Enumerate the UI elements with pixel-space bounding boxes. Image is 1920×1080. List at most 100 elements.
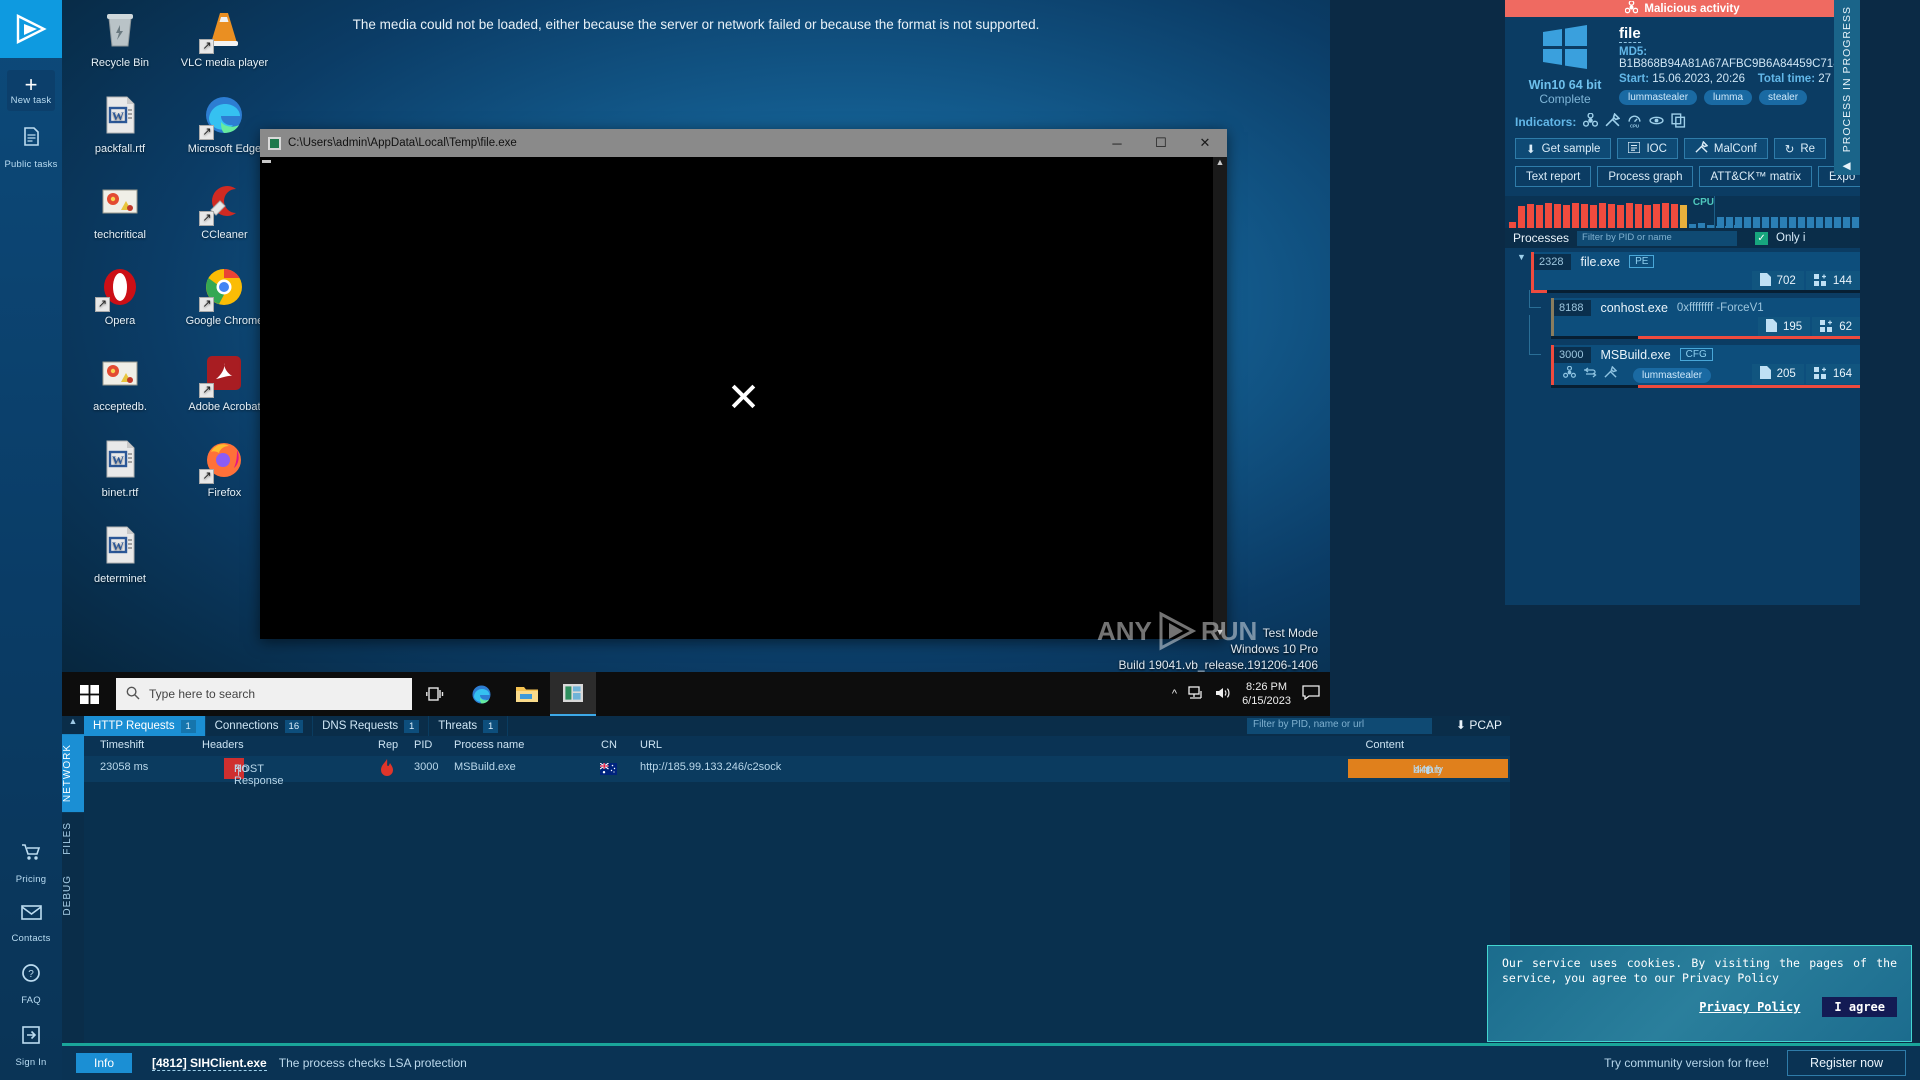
register-now-button[interactable]: Register now — [1787, 1050, 1906, 1076]
console-app-icon — [268, 136, 281, 150]
desktop-icon-determinet[interactable]: W determinet — [70, 522, 170, 586]
cpu-bar — [1509, 222, 1516, 228]
process-graph-button[interactable]: Process graph — [1597, 166, 1694, 187]
tab-threats[interactable]: Threats 1 — [429, 716, 509, 736]
desktop-icon-label: Recycle Bin — [90, 57, 150, 69]
desktop-icon-acceptedb[interactable]: acceptedb. — [70, 350, 170, 414]
console-scrollbar[interactable]: ▲ ▼ — [1213, 157, 1227, 639]
sidebar-item-contacts[interactable]: Contacts — [0, 905, 62, 946]
action-buttons-row-1: ⬇ Get sample IOC MalConf ↻ Re — [1505, 131, 1860, 159]
ioc-button[interactable]: IOC — [1617, 138, 1678, 159]
vtab-debug[interactable]: DEBUG — [62, 865, 84, 926]
text-report-button[interactable]: Text report — [1515, 166, 1592, 187]
scroll-up-icon[interactable]: ▲ — [1213, 157, 1227, 167]
process-row-msbuild-exe[interactable]: 3000 MSBuild.exe CFG lummastealer 205 16… — [1529, 315, 1860, 388]
console-app-icon[interactable] — [550, 672, 596, 716]
biohazard-icon[interactable] — [1583, 112, 1599, 131]
process-badge-lummastealer[interactable]: lummastealer — [1633, 367, 1712, 383]
vtab-network[interactable]: NETWORK — [62, 734, 84, 813]
windows-logo-icon — [1541, 25, 1589, 73]
video-placeholder-x-icon: ✕ — [726, 376, 761, 420]
chevron-up-icon[interactable]: ▲ — [62, 716, 84, 734]
copy-icon[interactable] — [1671, 113, 1686, 131]
process-usage-bar-fill — [1637, 336, 1860, 339]
network-hub-icon[interactable] — [1649, 113, 1664, 131]
chevron-up-icon[interactable]: ^ — [1172, 688, 1177, 700]
desktop-icon-recycle-bin[interactable]: Recycle Bin — [70, 6, 170, 70]
tag-stealer[interactable]: stealer — [1759, 90, 1808, 105]
tab-connections[interactable]: Connections 16 — [206, 716, 314, 736]
console-titlebar[interactable]: C:\Users\admin\AppData\Local\Temp\file.e… — [260, 129, 1227, 157]
tag-lumma[interactable]: lumma — [1704, 90, 1753, 105]
console-window[interactable]: C:\Users\admin\AppData\Local\Temp\file.e… — [260, 129, 1227, 639]
sidebar-item-label: Sign In — [15, 1057, 47, 1068]
minimize-button[interactable]: ─ — [1095, 129, 1139, 157]
biohazard-icon[interactable] — [1563, 365, 1576, 384]
network-icon[interactable] — [1188, 685, 1204, 703]
envelope-icon — [0, 905, 62, 925]
process-in-progress-rail[interactable]: PROCESS IN PROGRESS ◀ — [1834, 0, 1860, 175]
get-sample-button[interactable]: ⬇ Get sample — [1515, 138, 1612, 159]
sample-file-name[interactable]: file — [1619, 25, 1641, 43]
process-row-file-exe[interactable]: ▼ 2328 file.exe PE 702 144 — [1517, 252, 1860, 293]
sidebar-item-sign-in[interactable]: Sign In — [0, 1026, 62, 1070]
maximize-button[interactable]: ☐ — [1139, 129, 1183, 157]
new-task-button[interactable]: + New task — [7, 70, 55, 111]
attack-matrix-button[interactable]: ATT&CK™ matrix — [1699, 166, 1812, 187]
tools-icon[interactable] — [1605, 112, 1621, 131]
firefox-icon: ↗ — [199, 436, 247, 484]
cpu-usage-graph[interactable]: CPU — [1505, 196, 1860, 228]
vm-screen[interactable]: The media could not be loaded, either be… — [62, 0, 1330, 716]
test-mode-line1: Test Mode — [1262, 626, 1318, 640]
taskbar-clock[interactable]: 8:26 PM 6/15/2023 — [1242, 680, 1291, 708]
desktop-icon-packfall-rtf[interactable]: W packfall.rtf — [70, 92, 170, 156]
desktop-icon-opera[interactable]: ↗ Opera — [70, 264, 170, 328]
cpu-bar — [1834, 217, 1841, 228]
vtab-files[interactable]: FILES — [62, 812, 84, 865]
row-url[interactable]: http://185.99.133.246/c2sock — [640, 761, 781, 773]
network-filter-input[interactable]: Filter by PID, name or url — [1247, 718, 1432, 734]
windows-start-icon[interactable] — [62, 672, 116, 716]
status-badge[interactable]: Info — [76, 1053, 133, 1073]
process-row-conhost-exe[interactable]: 8188 conhost.exe 0xffffffff -ForceV1 195 — [1529, 290, 1860, 339]
anyrun-logo-icon[interactable] — [0, 0, 62, 58]
desktop-icon-label: VLC media player — [180, 57, 269, 69]
pcap-label: PCAP — [1469, 718, 1502, 732]
chevron-down-icon[interactable]: ▼ — [1517, 252, 1526, 264]
search-input[interactable]: Type here to search — [116, 678, 412, 710]
stat-files: 205 — [1751, 364, 1804, 384]
console-output-area[interactable]: ✕ ▲ ▼ — [260, 157, 1227, 639]
process-name: file.exe — [1580, 254, 1621, 269]
sidebar-item-faq[interactable]: ? FAQ — [0, 964, 62, 1008]
malconf-button[interactable]: MalConf — [1683, 138, 1768, 159]
edge-icon[interactable] — [458, 672, 504, 716]
status-process[interactable]: [4812] SIHClient.exe — [152, 1056, 267, 1071]
plus-icon: + — [24, 72, 38, 97]
restart-button[interactable]: ↻ Re — [1773, 138, 1827, 159]
task-view-icon[interactable] — [412, 672, 458, 716]
sidebar-item-public-tasks[interactable]: Public tasks — [0, 127, 62, 172]
volume-icon[interactable] — [1215, 686, 1231, 703]
redirect-icon[interactable] — [1583, 366, 1597, 384]
desktop-icon-binet-rtf[interactable]: W binet.rtf — [70, 436, 170, 500]
desktop-icon-vlc-media-player[interactable]: ↗ VLC media player — [174, 6, 274, 70]
stat-value: 144 — [1832, 275, 1852, 287]
sidebar-item-pricing[interactable]: Pricing — [0, 843, 62, 887]
stat-modules: 164 — [1805, 364, 1860, 384]
cpu-icon[interactable]: CPU — [1627, 113, 1642, 131]
tag-lummastealer[interactable]: lummastealer — [1619, 90, 1698, 105]
close-button[interactable]: ✕ — [1183, 129, 1227, 157]
collapse-left-icon[interactable]: ◀ — [1834, 160, 1860, 172]
process-filter-input[interactable]: Filter by PID or name — [1577, 230, 1738, 246]
privacy-policy-link[interactable]: Privacy Policy — [1699, 1000, 1800, 1014]
desktop-icon-techcritical[interactable]: techcritical — [70, 178, 170, 242]
table-row[interactable]: 23058 ms POST ❘ No Response 3000 MSBuild… — [84, 756, 1510, 787]
only-important-checkbox[interactable]: ✓ — [1755, 231, 1769, 245]
tools-icon[interactable] — [1604, 365, 1618, 384]
pcap-download-button[interactable]: ⬇ PCAP — [1456, 718, 1502, 732]
tab-dns-requests[interactable]: DNS Requests 1 — [313, 716, 430, 736]
file-explorer-icon[interactable] — [504, 672, 550, 716]
i-agree-button[interactable]: I agree — [1822, 997, 1897, 1017]
tab-http-requests[interactable]: HTTP Requests 1 — [84, 716, 206, 736]
speech-bubble-icon[interactable] — [1302, 685, 1320, 703]
